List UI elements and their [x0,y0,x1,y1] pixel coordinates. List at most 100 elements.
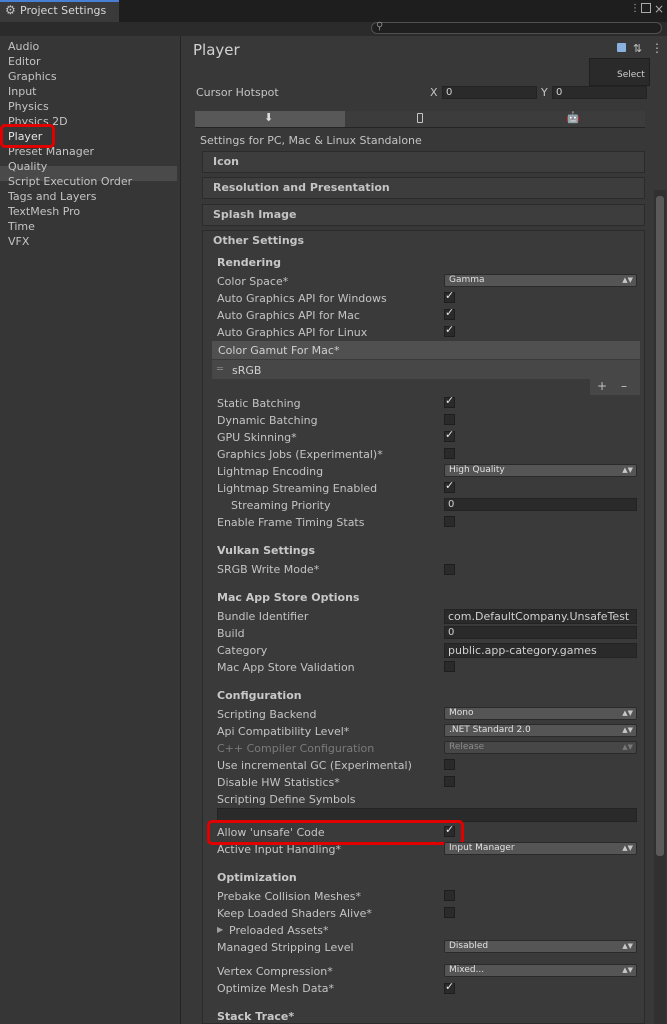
download-icon: ⬇ [264,111,274,124]
dropdown-arrow-icon: ▲▼ [622,726,633,734]
input-handling-dropdown[interactable]: Input Manager ▲▼ [444,842,637,855]
gpu-skinning-checkbox[interactable] [444,428,455,442]
api-mac-checkbox[interactable] [444,306,455,320]
api-mac-label: Auto Graphics API for Mac [217,309,360,322]
sidebar-item-vfx[interactable]: VFX [8,234,29,249]
vertex-compression-dropdown[interactable]: Mixed... ▲▼ [444,964,637,977]
search-input[interactable] [371,22,662,34]
tab-label: Project Settings [20,4,107,17]
preset-icon[interactable]: ⇅ [633,42,642,55]
section-resolution-title: Resolution and Presentation [213,181,390,194]
player-highlight-box [0,124,55,148]
define-symbols-label: Scripting Define Symbols [217,793,356,806]
lightmap-streaming-checkbox[interactable] [444,479,455,493]
sidebar-item-graphics[interactable]: Graphics [8,69,57,84]
window-menu-icon[interactable]: ⋮ [630,3,641,14]
sidebar-item-time[interactable]: Time [8,219,35,234]
lightmap-encoding-label: Lightmap Encoding [217,465,324,478]
select-button[interactable]: Select [617,70,645,80]
section-icon[interactable] [202,151,645,173]
bundle-id-label: Bundle Identifier [217,610,309,623]
dynamic-batching-checkbox[interactable] [444,414,455,425]
rendering-title: Rendering [217,256,281,269]
scrollbar-thumb[interactable] [656,196,664,856]
sidebar-item-quality[interactable]: Quality [8,159,47,174]
incremental-gc-checkbox[interactable] [444,759,455,770]
srgb-write-checkbox[interactable] [444,564,455,575]
remove-icon[interactable]: – [621,379,627,393]
expand-arrow-icon[interactable]: ▶ [217,925,223,934]
dynamic-batching-label: Dynamic Batching [217,414,318,427]
hotspot-x-input[interactable]: 0 [442,86,537,99]
dropdown-arrow-icon: ▲▼ [622,276,633,284]
hw-stats-label: Disable HW Statistics* [217,776,340,789]
stack-trace-title: Stack Trace* [217,1010,295,1023]
color-gamut-item[interactable] [212,360,640,379]
stripping-level-dropdown[interactable]: Disabled ▲▼ [444,940,637,953]
graphics-jobs-checkbox[interactable] [444,448,455,459]
sidebar-item-input[interactable]: Input [8,84,36,99]
cpp-config-value: Release [449,742,485,752]
input-handling-label: Active Input Handling* [217,843,342,856]
category-input[interactable]: public.app-category.games [444,643,637,658]
api-level-dropdown[interactable]: .NET Standard 2.0 ▲▼ [444,724,637,737]
phone-icon [417,113,423,123]
sidebar-item-textmesh-pro[interactable]: TextMesh Pro [8,204,80,219]
sidebar-item-audio[interactable]: Audio [8,39,39,54]
dropdown-arrow-icon: ▲▼ [622,942,633,950]
gpu-skinning-label: GPU Skinning* [217,431,297,444]
keep-shaders-label: Keep Loaded Shaders Alive* [217,907,372,920]
scripting-backend-dropdown[interactable]: Mono ▲▼ [444,707,637,720]
color-space-dropdown[interactable]: Gamma ▲▼ [444,274,637,287]
sidebar-item-physics[interactable]: Physics [8,99,49,114]
drag-handle-icon[interactable]: ═ [217,364,223,375]
hw-stats-checkbox[interactable] [444,776,455,787]
add-icon[interactable]: + [597,379,607,393]
build-input[interactable]: 0 [444,626,637,639]
api-level-label: Api Compatibility Level* [217,725,350,738]
search-icon: ⚲ [376,21,384,32]
frame-timing-checkbox[interactable] [444,516,455,527]
sidebar-item-tags-and-layers[interactable]: Tags and Layers [8,189,96,204]
frame-timing-label: Enable Frame Timing Stats [217,516,365,529]
gear-icon: ⚙ [5,3,16,17]
static-batching-label: Static Batching [217,397,301,410]
static-batching-checkbox[interactable] [444,394,455,408]
help-icon[interactable] [617,43,626,52]
store-validation-label: Mac App Store Validation [217,661,355,674]
bundle-id-input[interactable]: com.DefaultCompany.UnsafeTest [444,609,637,624]
preloaded-assets-label[interactable]: Preloaded Assets* [229,924,329,937]
more-icon[interactable]: ⋮ [651,41,663,55]
maximize-icon[interactable] [641,3,651,13]
streaming-priority-label: Streaming Priority [231,499,331,512]
color-space-label: Color Space* [217,275,289,288]
optimize-mesh-checkbox[interactable] [444,980,455,994]
graphics-jobs-label: Graphics Jobs (Experimental)* [217,448,383,461]
lightmap-encoding-dropdown[interactable]: High Quality ▲▼ [444,464,637,477]
sidebar-item-editor[interactable]: Editor [8,54,41,69]
dropdown-arrow-icon: ▲▼ [622,743,633,751]
settings-for-label: Settings for PC, Mac & Linux Standalone [200,134,422,147]
prebake-checkbox[interactable] [444,890,455,901]
hotspot-y-input[interactable]: 0 [552,86,647,99]
scripting-backend-value: Mono [449,708,474,718]
build-label: Build [217,627,245,640]
section-other-title[interactable]: Other Settings [213,234,304,247]
incremental-gc-label: Use incremental GC (Experimental) [217,759,412,772]
streaming-priority-input[interactable]: 0 [444,498,637,511]
android-icon: 🤖 [566,111,580,124]
sidebar-item-script-execution-order[interactable]: Script Execution Order [8,174,132,189]
close-icon[interactable]: × [654,2,664,16]
optimize-mesh-label: Optimize Mesh Data* [217,982,335,995]
stripping-level-value: Disabled [449,941,489,951]
vulkan-title: Vulkan Settings [217,544,316,557]
section-icon-title: Icon [213,155,240,168]
api-windows-checkbox[interactable] [444,289,455,303]
hotspot-y-label: Y [541,86,548,99]
scripting-backend-label: Scripting Backend [217,708,317,721]
store-validation-checkbox[interactable] [444,661,455,672]
api-linux-checkbox[interactable] [444,323,455,337]
settings-sidebar: Audio Editor Graphics Input Physics Phys… [0,36,181,1024]
dropdown-arrow-icon: ▲▼ [622,466,633,474]
keep-shaders-checkbox[interactable] [444,907,455,918]
